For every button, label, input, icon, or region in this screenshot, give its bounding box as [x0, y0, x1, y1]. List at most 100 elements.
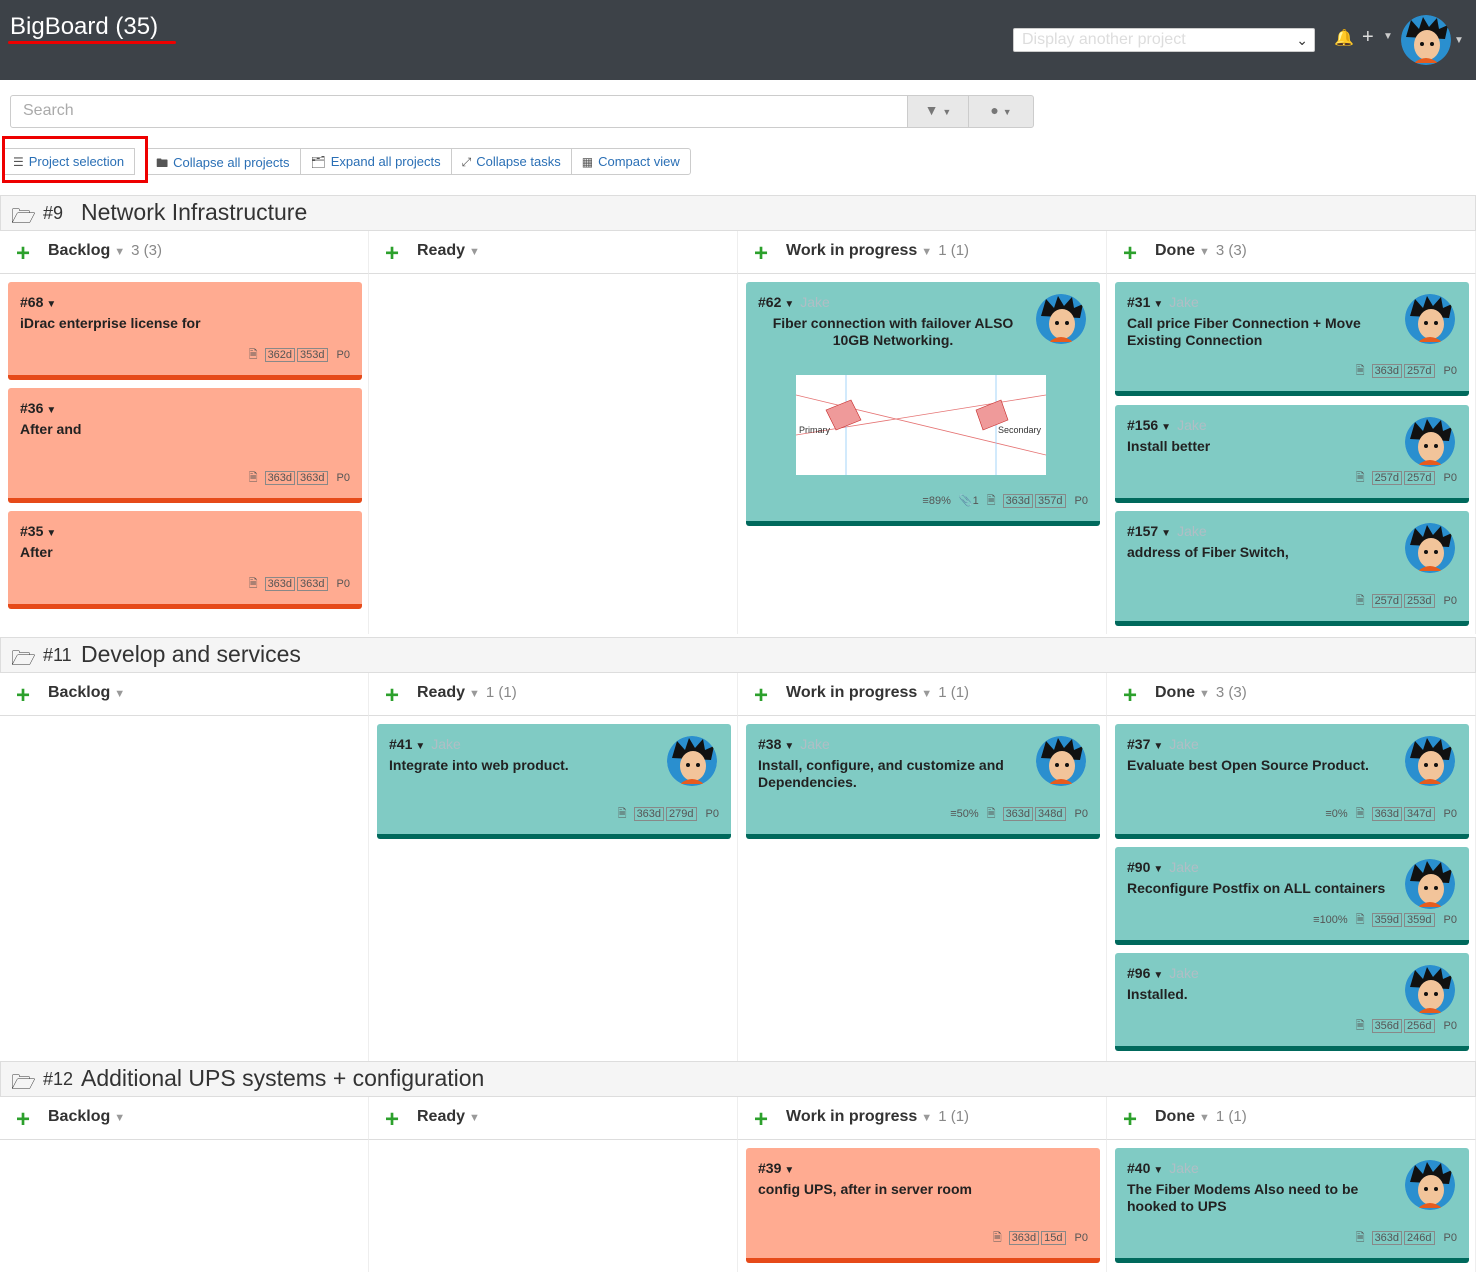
task-id[interactable]: #157 ▼ Jake: [1127, 523, 1207, 539]
assignee-avatar[interactable]: [1036, 294, 1086, 344]
task-card[interactable]: #157 ▼ Jake address of Fiber Switch, 🗎 257d 25…: [1115, 511, 1469, 626]
plus-icon[interactable]: +: [1362, 26, 1374, 49]
column-title[interactable]: Done ▼ 3 (3): [1155, 684, 1247, 702]
column-title[interactable]: Backlog ▼ 3 (3): [48, 242, 162, 260]
assignee-avatar[interactable]: [1036, 736, 1086, 786]
add-task-icon[interactable]: +: [385, 682, 399, 710]
assignee-avatar[interactable]: [667, 736, 717, 786]
task-card[interactable]: #31 ▼ Jake Call price Fiber Connection + Mo…: [1115, 282, 1469, 396]
compact-view-button[interactable]: ▦ Compact view: [570, 148, 691, 175]
caret-down-icon[interactable]: ▼: [1161, 528, 1171, 539]
caret-down-icon[interactable]: ▼: [784, 741, 794, 752]
project-header[interactable]: 🗁 #9 Network Infrastructure: [0, 195, 1476, 231]
task-card[interactable]: #41 ▼ Jake Integrate into web product. 🗎 363d…: [377, 724, 731, 839]
assignee-avatar[interactable]: [1405, 294, 1455, 344]
caret-down-icon[interactable]: ▼: [1153, 1165, 1163, 1176]
task-card[interactable]: #90 ▼ Jake Reconfigure Postfix on ALL conta…: [1115, 847, 1469, 945]
column-title[interactable]: Backlog ▼: [48, 1108, 131, 1126]
caret-down-icon[interactable]: ▼: [1153, 864, 1163, 875]
caret-down-icon[interactable]: ▼: [1153, 970, 1163, 981]
project-header[interactable]: 🗁 #12 Additional UPS systems + configurati…: [0, 1061, 1476, 1097]
task-id[interactable]: #62 ▼ Jake: [758, 294, 830, 310]
caret-down-icon[interactable]: ▼: [114, 1112, 125, 1124]
task-id[interactable]: #40 ▼ Jake: [1127, 1160, 1199, 1176]
column-title[interactable]: Work in progress ▼ 1 (1): [786, 684, 969, 702]
add-task-icon[interactable]: +: [754, 682, 768, 710]
caret-down-icon[interactable]: ▼: [784, 299, 794, 310]
expand-all-button[interactable]: 🗂 Expand all projects: [299, 148, 452, 175]
collapse-all-button[interactable]: 🖿 Collapse all projects: [145, 148, 301, 175]
task-card[interactable]: #36 ▼ After and 🗎 363d 363d P0: [8, 388, 362, 503]
bell-icon[interactable]: 🔔: [1334, 28, 1354, 48]
caret-down-icon[interactable]: ▼: [921, 1112, 932, 1124]
search-input[interactable]: Search: [10, 95, 908, 128]
caret-down-icon[interactable]: ▼: [1454, 35, 1464, 46]
add-task-icon[interactable]: +: [16, 240, 30, 268]
column-title[interactable]: Ready ▼ 1 (1): [417, 684, 517, 702]
project-select-dropdown[interactable]: Display another project ⌄: [1013, 28, 1315, 52]
task-card[interactable]: #38 ▼ Jake Install, configure, and customiz…: [746, 724, 1100, 839]
column-title[interactable]: Backlog ▼: [48, 684, 131, 702]
collapse-tasks-button[interactable]: ⤢ Collapse tasks: [450, 148, 572, 175]
caret-down-icon[interactable]: ▼: [1161, 422, 1171, 433]
assignee-avatar[interactable]: [1405, 736, 1455, 786]
caret-down-icon[interactable]: ▼: [784, 1165, 794, 1176]
add-task-icon[interactable]: +: [1123, 1106, 1137, 1134]
task-card[interactable]: #62 ▼ Jake Fiber connection with failover A…: [746, 282, 1100, 526]
add-task-icon[interactable]: +: [16, 682, 30, 710]
caret-down-icon[interactable]: ▼: [114, 246, 125, 258]
board-title[interactable]: BigBoard (35): [10, 13, 158, 41]
project-header[interactable]: 🗁 #11 Develop and services: [0, 637, 1476, 673]
task-id[interactable]: #36 ▼: [20, 400, 62, 416]
assignee-avatar[interactable]: [1405, 417, 1455, 467]
task-card[interactable]: #39 ▼ config UPS, after in server room 🗎 363…: [746, 1148, 1100, 1263]
caret-down-icon[interactable]: ▼: [1383, 31, 1393, 42]
caret-down-icon[interactable]: ▼: [1199, 688, 1210, 700]
caret-down-icon[interactable]: ▼: [415, 741, 425, 752]
user-avatar[interactable]: [1401, 15, 1451, 65]
task-id[interactable]: #37 ▼ Jake: [1127, 736, 1199, 752]
task-id[interactable]: #68 ▼: [20, 294, 62, 310]
column-title[interactable]: Done ▼ 1 (1): [1155, 1108, 1247, 1126]
task-id[interactable]: #156 ▼ Jake: [1127, 417, 1207, 433]
task-id[interactable]: #31 ▼ Jake: [1127, 294, 1199, 310]
task-id[interactable]: #41 ▼ Jake: [389, 736, 461, 752]
user-filter-button[interactable]: ● ▼: [968, 95, 1034, 128]
caret-down-icon[interactable]: ▼: [921, 688, 932, 700]
column-title[interactable]: Ready ▼: [417, 242, 486, 260]
caret-down-icon[interactable]: ▼: [921, 246, 932, 258]
task-card[interactable]: #37 ▼ Jake Evaluate best Open Source Produc…: [1115, 724, 1469, 839]
add-task-icon[interactable]: +: [754, 240, 768, 268]
caret-down-icon[interactable]: ▼: [114, 688, 125, 700]
caret-down-icon[interactable]: ▼: [1153, 741, 1163, 752]
task-card[interactable]: #40 ▼ Jake The Fiber Modems Also need to be…: [1115, 1148, 1469, 1263]
column-title[interactable]: Work in progress ▼ 1 (1): [786, 1108, 969, 1126]
caret-down-icon[interactable]: ▼: [469, 688, 480, 700]
task-id[interactable]: #90 ▼ Jake: [1127, 859, 1199, 875]
task-card[interactable]: #68 ▼ iDrac enterprise license for 🗎 362d 353…: [8, 282, 362, 380]
caret-down-icon[interactable]: ▼: [469, 246, 480, 258]
caret-down-icon[interactable]: ▼: [46, 299, 56, 310]
task-id[interactable]: #38 ▼ Jake: [758, 736, 830, 752]
caret-down-icon[interactable]: ▼: [1153, 299, 1163, 310]
add-task-icon[interactable]: +: [1123, 240, 1137, 268]
add-task-icon[interactable]: +: [385, 240, 399, 268]
column-title[interactable]: Ready ▼: [417, 1108, 486, 1126]
caret-down-icon[interactable]: ▼: [469, 1112, 480, 1124]
task-card[interactable]: #96 ▼ Jake Installed. 🗎 356d 256d P0: [1115, 953, 1469, 1051]
add-task-icon[interactable]: +: [385, 1106, 399, 1134]
task-id[interactable]: #35 ▼: [20, 523, 62, 539]
caret-down-icon[interactable]: ▼: [1199, 246, 1210, 258]
column-title[interactable]: Done ▼ 3 (3): [1155, 242, 1247, 260]
filter-button[interactable]: ▼ ▼: [907, 95, 969, 128]
add-task-icon[interactable]: +: [16, 1106, 30, 1134]
task-id[interactable]: #39 ▼: [758, 1160, 800, 1176]
task-id[interactable]: #96 ▼ Jake: [1127, 965, 1199, 981]
caret-down-icon[interactable]: ▼: [46, 405, 56, 416]
assignee-avatar[interactable]: [1405, 859, 1455, 909]
add-task-icon[interactable]: +: [1123, 682, 1137, 710]
caret-down-icon[interactable]: ▼: [46, 528, 56, 539]
caret-down-icon[interactable]: ▼: [1199, 1112, 1210, 1124]
assignee-avatar[interactable]: [1405, 965, 1455, 1015]
task-card[interactable]: #156 ▼ Jake Install better 🗎 257d 257d P0: [1115, 405, 1469, 503]
